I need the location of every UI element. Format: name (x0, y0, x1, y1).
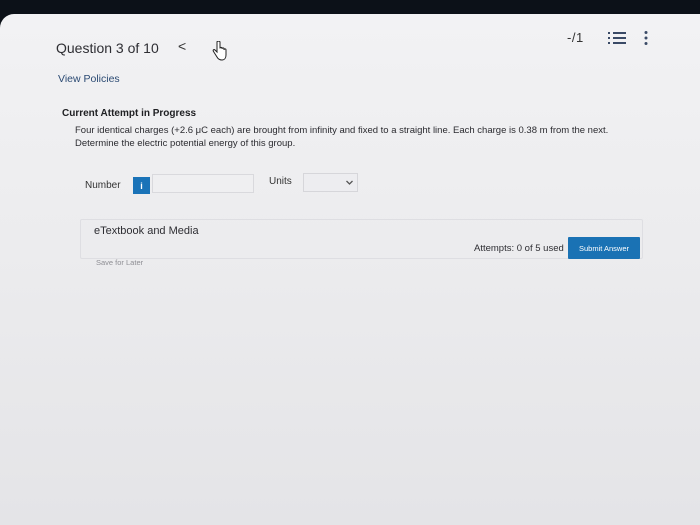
attempts-counter: Attempts: 0 of 5 used (474, 243, 564, 254)
units-select[interactable] (303, 173, 358, 192)
save-for-later-button[interactable]: Save for Later (96, 258, 143, 267)
number-input[interactable] (152, 174, 254, 193)
view-policies-link[interactable]: View Policies (58, 73, 120, 85)
units-label: Units (269, 176, 292, 187)
question-counter: Question 3 of 10 (56, 40, 159, 56)
quiz-screen: Question 3 of 10 < -/1 View Policies Cur… (0, 14, 700, 525)
cursor-hand-icon (212, 41, 227, 61)
submit-answer-button[interactable]: Submit Answer (568, 237, 640, 259)
question-text: Four identical charges (+2.6 μC each) ar… (75, 125, 609, 149)
attempt-heading: Current Attempt in Progress (62, 108, 197, 119)
score-display: -/1 (567, 30, 584, 45)
kebab-menu-icon[interactable] (643, 30, 649, 46)
list-icon[interactable] (608, 30, 626, 46)
number-label: Number (85, 180, 121, 191)
chevron-down-icon (346, 180, 353, 185)
previous-question-button[interactable]: < (178, 38, 186, 54)
info-button[interactable]: i (133, 177, 150, 194)
etextbook-media-link[interactable]: eTextbook and Media (94, 225, 199, 237)
